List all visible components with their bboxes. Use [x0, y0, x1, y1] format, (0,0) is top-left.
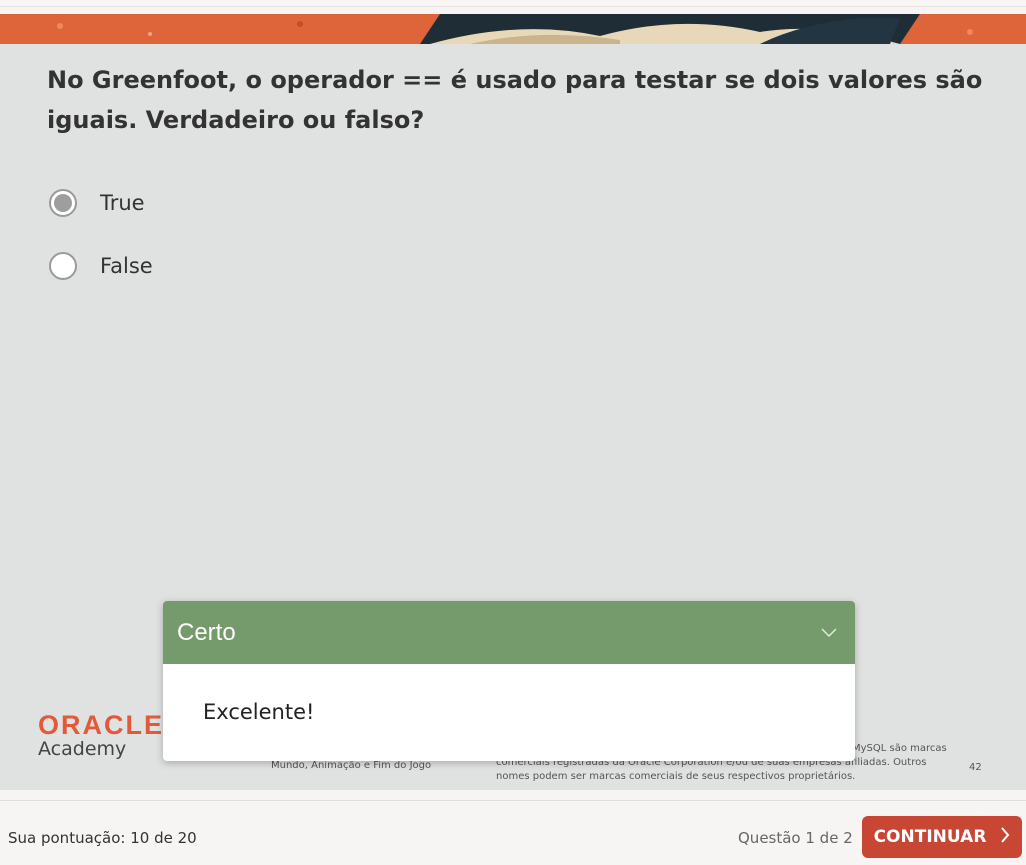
academy-label: Academy: [38, 738, 127, 760]
option-label: False: [100, 254, 153, 278]
question-counter: Questão 1 de 2: [738, 829, 853, 847]
feedback-title: Certo: [177, 618, 236, 646]
decorative-banner: [0, 14, 1026, 44]
option-false[interactable]: False: [49, 249, 153, 283]
continue-label: CONTINUAR: [873, 827, 987, 847]
feedback-panel: Certo Excelente!: [163, 601, 855, 761]
bottom-bar: Sua pontuação: 10 de 20 Questão 1 de 2 C…: [0, 800, 1026, 865]
chevron-down-icon[interactable]: [821, 623, 837, 642]
chevron-right-icon: [1000, 826, 1010, 848]
radio-selected-dot: [54, 194, 72, 212]
question-text: No Greenfoot, o operador == é usado para…: [47, 66, 983, 134]
feedback-header[interactable]: Certo: [163, 601, 855, 664]
option-true[interactable]: True: [49, 186, 145, 220]
trademark-line-3: nomes podem ser marcas comerciais de seu…: [496, 771, 856, 782]
score-text: Sua pontuação: 10 de 20: [8, 829, 197, 847]
feedback-message: Excelente!: [203, 700, 315, 724]
top-bar: [0, 0, 1026, 7]
oracle-logo: ORACLE: [38, 710, 164, 740]
lesson-title: Mundo, Animação e Fim do Jogo: [271, 760, 432, 771]
radio-false[interactable]: [49, 252, 77, 280]
trademark-line-1: MySQL são marcas: [852, 743, 947, 754]
continue-button[interactable]: CONTINUAR: [862, 816, 1022, 858]
radio-true[interactable]: [49, 189, 77, 217]
page-number: 42: [969, 762, 982, 773]
option-label: True: [100, 191, 145, 215]
